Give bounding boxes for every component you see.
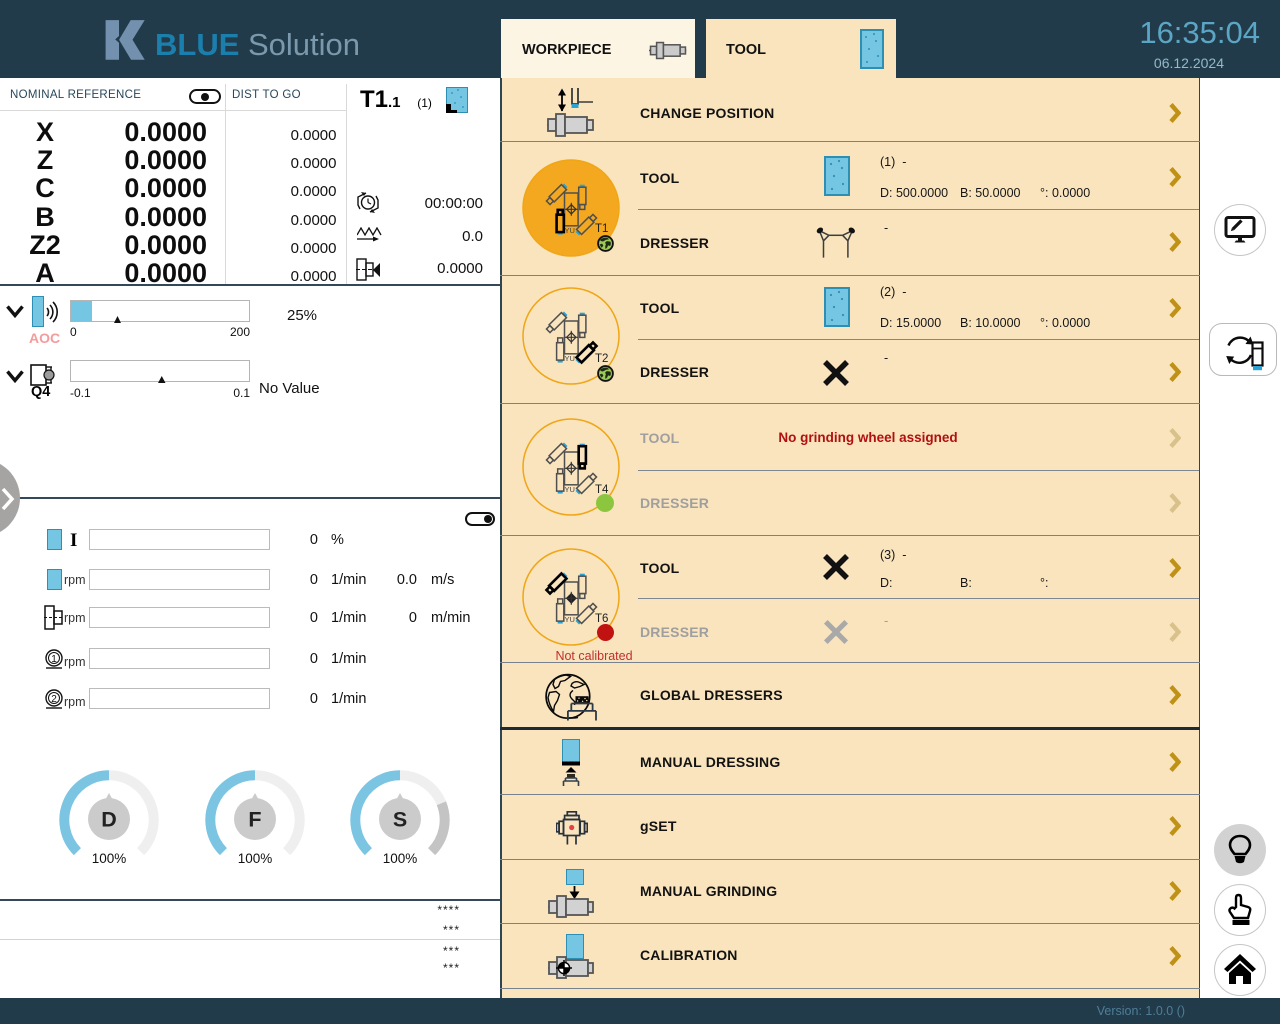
svg-text:YU: YU: [564, 485, 574, 494]
svg-text:YU: YU: [564, 615, 574, 624]
svg-text:YU: YU: [564, 354, 574, 363]
svg-text:F: F: [248, 808, 261, 832]
svg-text:YU: YU: [565, 226, 575, 235]
svg-text:1: 1: [51, 654, 57, 665]
svg-text:2: 2: [51, 694, 57, 705]
svg-text:S: S: [393, 808, 407, 832]
svg-text:D: D: [101, 808, 117, 832]
